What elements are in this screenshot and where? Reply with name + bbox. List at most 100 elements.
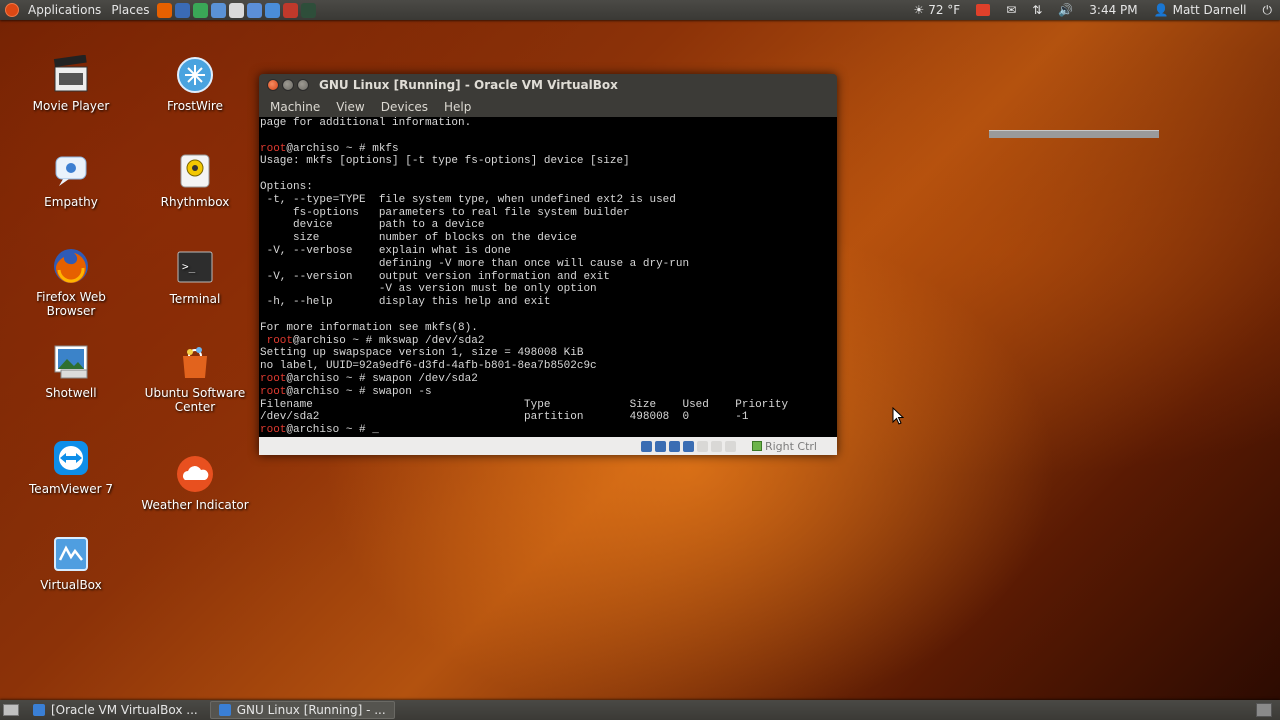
console-line: For more information see mkfs(8).	[260, 322, 837, 335]
console-prompt-user: root	[260, 424, 287, 437]
console-text: -t, --type=TYPE file system type, when u…	[260, 193, 676, 206]
console-text: defining -V more than once will cause a …	[260, 257, 690, 270]
desktop-icon-firefox[interactable]: Firefox Web Browser	[16, 246, 126, 318]
desktop-icon-rhythmbox[interactable]: Rhythmbox	[140, 151, 250, 209]
console-line: -V, --version output version information…	[260, 271, 837, 284]
firefox-icon	[51, 246, 91, 286]
shotwell-icon	[51, 342, 91, 382]
vm-console[interactable]: page for additional information. root@ar…	[259, 117, 837, 437]
volume-icon[interactable]: 🔊	[1050, 0, 1081, 20]
desktop-icon-frostwire[interactable]: FrostWire	[140, 55, 250, 113]
taskbar-item-vbox-manager[interactable]: [Oracle VM VirtualBox ...	[25, 701, 206, 719]
console-line: root@archiso ~ # mkfs	[260, 143, 837, 156]
console-line: -t, --type=TYPE file system type, when u…	[260, 194, 837, 207]
console-line: root@archiso ~ # _	[260, 424, 837, 437]
clock[interactable]: 3:44 PM	[1081, 0, 1145, 20]
shared-folders-icon[interactable]	[682, 440, 694, 452]
console-line: Usage: mkfs [options] [-t type fs-option…	[260, 155, 837, 168]
pen-icon[interactable]	[229, 2, 245, 18]
user-name: Matt Darnell	[1172, 3, 1247, 17]
rhythmbox-icon	[175, 151, 215, 191]
desktop-icon-weather-indicator[interactable]: Weather Indicator	[140, 454, 250, 512]
places-menu[interactable]: Places	[106, 0, 154, 20]
desktop-icon-terminal[interactable]: >_ Terminal	[140, 248, 250, 306]
console-prompt-user: root	[260, 334, 294, 347]
console-text: no label, UUID=92a9edf6-d3fd-4afb-b801-8…	[260, 360, 597, 373]
vpn-icon[interactable]	[211, 2, 227, 18]
remote-desktop-icon[interactable]	[265, 2, 281, 18]
console-text: /dev/sda2 partition 498008 0 -1	[260, 411, 749, 424]
window-title: GNU Linux [Running] - Oracle VM VirtualB…	[319, 78, 618, 92]
minimize-button[interactable]	[282, 79, 294, 91]
desktop-icon-software-center[interactable]: Ubuntu Software Center	[140, 342, 250, 414]
weather-indicator-icon	[175, 454, 215, 494]
weather-indicator[interactable]: ☀ 72 °F	[905, 0, 968, 20]
chrome-icon[interactable]	[193, 2, 209, 18]
virtualbox-window[interactable]: GNU Linux [Running] - Oracle VM VirtualB…	[259, 74, 837, 455]
firefox-icon[interactable]	[157, 2, 173, 18]
console-line: fs-options parameters to real file syste…	[260, 207, 837, 220]
notification-icon[interactable]	[976, 4, 991, 16]
applications-menu[interactable]: Applications	[23, 0, 106, 20]
desktop-icon-label: Rhythmbox	[160, 195, 230, 209]
console-text: @archiso ~ # mkswap /dev/sda2	[293, 334, 485, 347]
console-line: /dev/sda2 partition 498008 0 -1	[260, 411, 837, 424]
system-monitor-icon[interactable]	[301, 2, 317, 18]
video-capture-icon[interactable]	[710, 440, 722, 452]
desktop-icon-movie-player[interactable]: Movie Player	[16, 54, 126, 113]
console-text: -h, --help display this help and exit	[260, 296, 551, 309]
console-text: Setting up swapspace version 1, size = 4…	[260, 347, 584, 360]
console-text: fs-options parameters to real file syste…	[260, 206, 630, 219]
menu-machine[interactable]: Machine	[259, 100, 328, 114]
console-text: Options:	[260, 180, 313, 193]
desktop-icon-virtualbox[interactable]: VirtualBox	[16, 534, 126, 592]
console-line: no label, UUID=92a9edf6-d3fd-4afb-b801-8…	[260, 360, 837, 373]
desktop-icon-teamviewer[interactable]: TeamViewer 7	[16, 438, 126, 496]
desktop-icon-label: Empathy	[44, 195, 98, 209]
mouse-integration-icon[interactable]	[724, 440, 736, 452]
frostwire-icon	[175, 55, 215, 95]
floating-bar	[989, 130, 1159, 138]
power-icon[interactable]: ⏻	[1255, 0, 1280, 20]
usb-icon[interactable]	[668, 440, 680, 452]
monitor-icon[interactable]	[283, 2, 299, 18]
mail-icon[interactable]: ✉	[998, 0, 1024, 20]
network-adapter-icon[interactable]	[696, 440, 708, 452]
movie-player-icon	[51, 54, 91, 95]
close-button[interactable]	[267, 79, 279, 91]
maximize-button[interactable]	[297, 79, 309, 91]
console-prompt-user: root	[260, 372, 287, 385]
desktop-icon-empathy[interactable]: Empathy	[16, 151, 126, 209]
host-key-indicator: Right Ctrl	[751, 440, 817, 453]
user-icon: 👤	[1153, 3, 1169, 17]
desktop-icon-label: Ubuntu Software Center	[144, 386, 246, 414]
desktop-icon-label: Weather Indicator	[141, 498, 249, 512]
console-line	[260, 168, 837, 181]
console-text: page for additional information.	[260, 117, 472, 129]
console-line	[260, 130, 837, 143]
menu-devices[interactable]: Devices	[373, 100, 436, 114]
console-text: -V, --version output version information…	[260, 270, 610, 283]
optical-drive-icon[interactable]	[654, 440, 666, 452]
desktop-icon-label: Shotwell	[45, 386, 97, 400]
console-prompt-user: root	[260, 385, 287, 398]
vm-statusbar: Right Ctrl	[259, 437, 837, 455]
menu-view[interactable]: View	[328, 100, 372, 114]
workspace-switcher[interactable]	[1256, 703, 1272, 717]
console-line: Setting up swapspace version 1, size = 4…	[260, 347, 837, 360]
user-menu[interactable]: 👤 Matt Darnell	[1146, 0, 1255, 20]
console-text: device path to a device	[260, 219, 485, 232]
window-titlebar[interactable]: GNU Linux [Running] - Oracle VM VirtualB…	[259, 74, 837, 96]
desktop-icon-shotwell[interactable]: Shotwell	[16, 342, 126, 400]
hard-disk-icon[interactable]	[640, 440, 652, 452]
taskbar-item-gnu-linux[interactable]: GNU Linux [Running] - ...	[209, 701, 395, 719]
show-desktop-button[interactable]	[3, 704, 19, 716]
globe-icon[interactable]	[247, 2, 263, 18]
menu-help[interactable]: Help	[436, 100, 479, 114]
console-line: size number of blocks on the device	[260, 232, 837, 245]
thunderbird-icon[interactable]	[175, 2, 191, 18]
network-icon[interactable]: ⇅	[1024, 0, 1050, 20]
console-line: Filename Type Size Used Priority	[260, 399, 837, 412]
